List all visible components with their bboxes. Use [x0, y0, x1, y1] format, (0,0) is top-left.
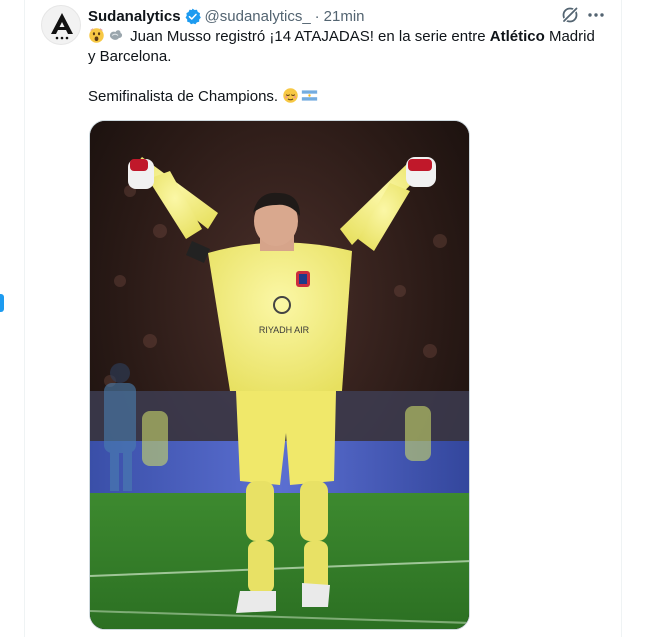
tweet-text-line-3-text: Semifinalista de Champions.: [88, 88, 279, 105]
grok-icon[interactable]: [560, 5, 580, 25]
verified-badge-icon: [185, 8, 201, 24]
tweet[interactable]: Sudanalytics @sudanalytics_ · 21min Juan…: [24, 0, 621, 637]
right-glove: [406, 157, 436, 187]
tweet-text: Juan Musso registró ¡14 ATAJADAS! en la …: [88, 27, 608, 107]
scroll-indicator[interactable]: [0, 294, 4, 312]
tweet-text-bold: Atlético: [489, 28, 545, 45]
tweet-text-line-2: y Barcelona.: [88, 48, 172, 65]
avatar[interactable]: [41, 5, 81, 45]
right-border: [621, 0, 622, 637]
timestamp[interactable]: 21min: [324, 8, 365, 25]
more-options-icon[interactable]: [586, 5, 606, 25]
author-handle[interactable]: @sudanalytics_: [205, 8, 311, 25]
relieved-face-emoji: [283, 88, 298, 103]
dashing-away-emoji: [109, 30, 123, 40]
tweet-text-line-1-pre: Juan Musso registró ¡14 ATAJADAS! en la …: [130, 28, 490, 45]
separator-dot: ·: [314, 7, 320, 25]
left-glove: [128, 159, 154, 189]
astonished-face-emoji: [89, 28, 104, 43]
tweet-header: Sudanalytics @sudanalytics_ · 21min: [88, 6, 365, 26]
tweet-photo[interactable]: RIYADH AIR: [89, 120, 470, 630]
left-rail: [0, 0, 25, 637]
tweet-text-line-3: Semifinalista de Champions.: [88, 87, 608, 107]
argentina-flag-emoji: [302, 90, 318, 101]
tweet-text-line-1-post: Madrid: [544, 28, 595, 45]
author-name[interactable]: Sudanalytics: [88, 8, 181, 25]
sudanalytics-logo-icon: [51, 13, 73, 40]
goalkeeper-photo: RIYADH AIR: [90, 121, 469, 629]
shirt-sponsor: RIYADH AIR: [259, 325, 310, 335]
tweet-text-line-1: Juan Musso registró ¡14 ATAJADAS! en la …: [88, 27, 608, 47]
